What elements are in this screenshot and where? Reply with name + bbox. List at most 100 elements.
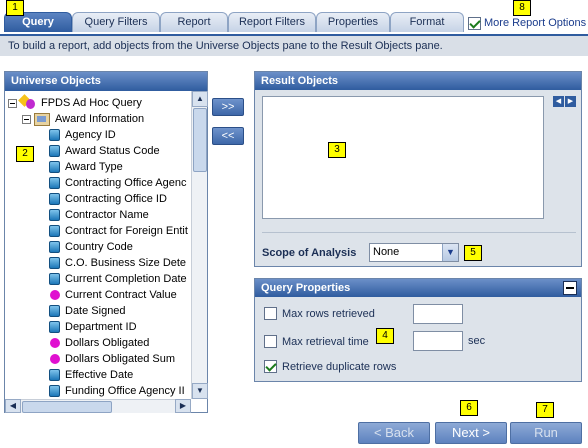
next-button[interactable]: Next > <box>435 422 507 444</box>
tree-object[interactable]: Contract for Foreign Entit <box>49 223 188 239</box>
result-nav-arrows: ◀ ▶ <box>553 96 577 107</box>
tree-object[interactable]: Country Code <box>49 239 133 255</box>
query-properties-panel: Query Properties Max rows retrieved Max … <box>254 278 582 382</box>
tree-object-label: Contract for Foreign Entit <box>65 225 188 237</box>
universe-icon <box>18 94 36 110</box>
remove-object-button[interactable]: << <box>212 127 244 145</box>
tree-object[interactable]: Award Status Code <box>49 143 160 159</box>
measure-icon <box>50 354 60 364</box>
callout-marker: 4 <box>376 328 394 344</box>
tree-object[interactable]: C.O. Business Size Dete <box>49 255 186 271</box>
chevron-down-icon[interactable]: ▼ <box>442 244 458 261</box>
divider <box>262 232 576 233</box>
collapse-icon[interactable] <box>22 114 31 124</box>
scroll-up-icon[interactable]: ▲ <box>192 91 208 107</box>
tree-object-label: Dollars Obligated <box>65 337 150 349</box>
tree-root[interactable]: FPDS Ad Hoc Query <box>8 94 142 111</box>
tree-object-label: Contractor Name <box>65 209 149 221</box>
tree-object[interactable]: Award Type <box>49 159 123 175</box>
tab-query-filters[interactable]: Query Filters <box>72 12 160 32</box>
tree-class-label: Award Information <box>55 113 145 125</box>
tree-object-label: Contracting Office ID <box>65 193 167 205</box>
max-rows-label: Max rows retrieved <box>282 307 375 320</box>
measure-icon <box>50 290 60 300</box>
dimension-icon <box>49 257 60 269</box>
tree-object[interactable]: Dollars Obligated <box>49 335 149 351</box>
dimension-icon <box>49 273 60 285</box>
tab-report[interactable]: Report <box>160 12 228 32</box>
dimension-icon <box>49 161 60 173</box>
tree-vertical-scrollbar[interactable]: ▲ ▼ <box>191 91 208 399</box>
move-right-icon[interactable]: ▶ <box>565 96 576 107</box>
result-objects-dropzone[interactable] <box>262 96 544 219</box>
max-rows-checkbox[interactable] <box>264 307 277 320</box>
max-rows-option[interactable]: Max rows retrieved <box>264 307 375 320</box>
tree-horizontal-scrollbar[interactable]: ◀ ▶ <box>5 399 191 413</box>
callout-marker: 5 <box>464 245 482 261</box>
scope-of-analysis-label: Scope of Analysis <box>262 247 357 259</box>
collapse-panel-icon[interactable] <box>563 281 577 295</box>
tree-object[interactable]: Effective Date <box>49 367 133 383</box>
tree-object-label: C.O. Business Size Dete <box>65 257 187 269</box>
callout-marker: 6 <box>460 400 478 416</box>
universe-objects-panel: Universe Objects FPDS Ad Hoc Query Award… <box>4 71 208 413</box>
more-options-checkbox[interactable] <box>468 16 481 30</box>
dimension-icon <box>49 193 60 205</box>
horizontal-scroll-thumb[interactable] <box>22 401 112 413</box>
scroll-left-icon[interactable]: ◀ <box>5 399 21 413</box>
tab-format[interactable]: Format <box>390 12 464 32</box>
tree-object[interactable]: Current Contract Value <box>49 287 177 303</box>
callout-marker: 7 <box>536 402 554 418</box>
tree-object[interactable]: Agency ID <box>49 127 116 143</box>
add-object-button[interactable]: >> <box>212 98 244 116</box>
dimension-icon <box>49 385 60 397</box>
scroll-down-icon[interactable]: ▼ <box>192 383 208 399</box>
tree-object[interactable]: Department ID <box>49 319 137 335</box>
tree-object[interactable]: Contracting Office Agenc <box>49 175 186 191</box>
tab-properties[interactable]: Properties <box>316 12 390 32</box>
result-objects-panel: Result Objects ◀ ▶ Scope of Analysis Non… <box>254 71 582 267</box>
max-time-option[interactable]: Max retrieval time <box>264 335 369 348</box>
retrieve-duplicates-option[interactable]: Retrieve duplicate rows <box>264 360 396 373</box>
scope-of-analysis-select[interactable]: None ▼ <box>369 243 459 262</box>
callout-marker: 3 <box>328 142 346 158</box>
tree-root-label: FPDS Ad Hoc Query <box>41 97 142 109</box>
run-button[interactable]: Run <box>510 422 582 444</box>
tab-report-filters[interactable]: Report Filters <box>228 12 316 32</box>
back-button[interactable]: < Back <box>358 422 430 444</box>
tree-object[interactable]: Dollars Obligated Sum <box>49 351 175 367</box>
tree-object-label: Agency ID <box>65 129 116 141</box>
scope-selected-value: None <box>373 246 400 258</box>
max-time-label: Max retrieval time <box>282 335 369 348</box>
tree-class-award-information[interactable]: Award Information <box>22 111 144 127</box>
measure-icon <box>50 338 60 348</box>
max-time-checkbox[interactable] <box>264 335 277 348</box>
tree-object-label: Award Type <box>65 161 123 173</box>
dimension-icon <box>49 209 60 221</box>
collapse-icon[interactable] <box>8 98 17 108</box>
max-rows-input[interactable] <box>413 304 463 324</box>
dimension-icon <box>49 177 60 189</box>
more-report-options-toggle[interactable]: More Report Options <box>468 15 586 31</box>
tree-object[interactable]: Contractor Name <box>49 207 149 223</box>
move-left-icon[interactable]: ◀ <box>553 96 564 107</box>
dimension-icon <box>49 145 60 157</box>
callout-marker: 8 <box>513 0 531 16</box>
tree-object[interactable]: Date Signed <box>49 303 126 319</box>
tree-object-label: Current Completion Date <box>65 273 187 285</box>
tree-object-label: Date Signed <box>65 305 126 317</box>
dimension-icon <box>49 369 60 381</box>
tree-object[interactable]: Contracting Office ID <box>49 191 167 207</box>
tree-object-label: Award Status Code <box>65 145 160 157</box>
vertical-scroll-thumb[interactable] <box>193 108 207 172</box>
scroll-right-icon[interactable]: ▶ <box>175 399 191 413</box>
tree-object-label: Contracting Office Agenc <box>65 177 187 189</box>
tree-object[interactable]: Funding Office Agency II <box>49 383 185 399</box>
retrieve-duplicates-checkbox[interactable] <box>264 360 277 373</box>
tree-object-label: Current Contract Value <box>65 289 177 301</box>
tree-object-label: Funding Office Agency II <box>65 385 185 397</box>
tree-object[interactable]: Current Completion Date <box>49 271 187 287</box>
max-time-input[interactable] <box>413 331 463 351</box>
tree-object-label: Effective Date <box>65 369 134 381</box>
universe-tree: FPDS Ad Hoc Query Award Information Agen… <box>5 91 191 399</box>
